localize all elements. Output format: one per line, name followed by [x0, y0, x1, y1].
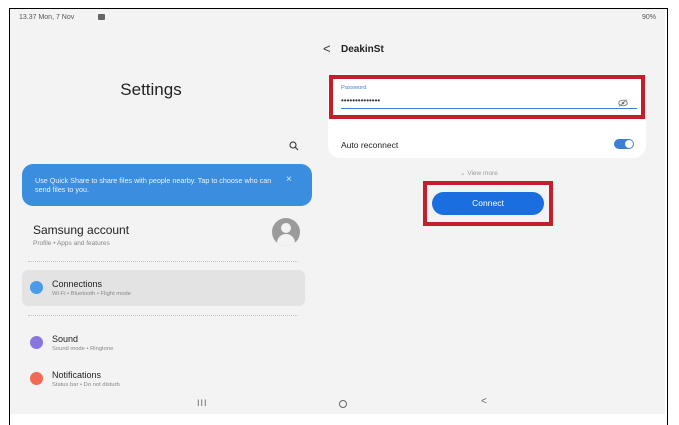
menu-item-subtitle: Sound mode • Ringtone: [52, 346, 114, 352]
menu-item-connections[interactable]: Connections Wi-Fi • Bluetooth • Flight m…: [22, 270, 305, 306]
avatar-head: [281, 223, 291, 233]
toggle-knob: [625, 140, 633, 148]
avatar: [272, 218, 300, 246]
wifi-icon: [30, 281, 43, 294]
auto-reconnect-label: Auto reconnect: [341, 140, 399, 150]
status-time: 13.37 Mon, 7 Nov: [19, 14, 75, 21]
nav-back-button[interactable]: <: [481, 396, 487, 407]
divider: [28, 261, 298, 262]
battery-level: 90%: [641, 14, 656, 21]
frame-border-left: [9, 8, 10, 425]
close-icon[interactable]: ×: [286, 174, 292, 185]
sound-icon: [30, 336, 43, 349]
menu-item-title: Notifications: [52, 370, 102, 380]
quick-share-banner[interactable]: Use Quick Share to share files with peop…: [22, 164, 312, 206]
recents-button[interactable]: III: [197, 398, 208, 408]
menu-item-subtitle: Wi-Fi • Bluetooth • Flight mode: [52, 291, 131, 297]
network-name: DeakinSt: [341, 44, 384, 55]
menu-item-title: Connections: [52, 279, 103, 289]
divider: [28, 315, 298, 316]
home-button[interactable]: [339, 400, 347, 408]
highlight-connect: [423, 181, 553, 226]
calendar-icon: [98, 14, 105, 20]
menu-item-title: Sound: [52, 334, 79, 344]
menu-item-sound[interactable]: Sound Sound mode • Ringtone: [22, 325, 305, 361]
notifications-icon: [30, 372, 43, 385]
samsung-account[interactable]: Samsung account Profile • Apps and featu…: [22, 212, 312, 260]
menu-item-notifications[interactable]: Notifications Status bar • Do not distur…: [22, 361, 305, 397]
view-more-link[interactable]: ⌄ View more: [460, 169, 498, 177]
highlight-password: [329, 75, 645, 119]
account-subtitle: Profile • Apps and features: [33, 240, 110, 247]
auto-reconnect-toggle[interactable]: [614, 139, 634, 149]
search-icon[interactable]: [289, 141, 299, 151]
page-title: Settings: [120, 80, 182, 99]
status-bar: 13.37 Mon, 7 Nov 90%: [10, 8, 665, 30]
account-title: Samsung account: [33, 223, 130, 237]
back-icon[interactable]: <: [323, 41, 331, 56]
frame-border-right: [667, 8, 668, 425]
avatar-body: [277, 234, 295, 246]
menu-item-subtitle: Status bar • Do not disturb: [52, 382, 120, 388]
quick-share-text: Use Quick Share to share files with peop…: [35, 176, 272, 194]
